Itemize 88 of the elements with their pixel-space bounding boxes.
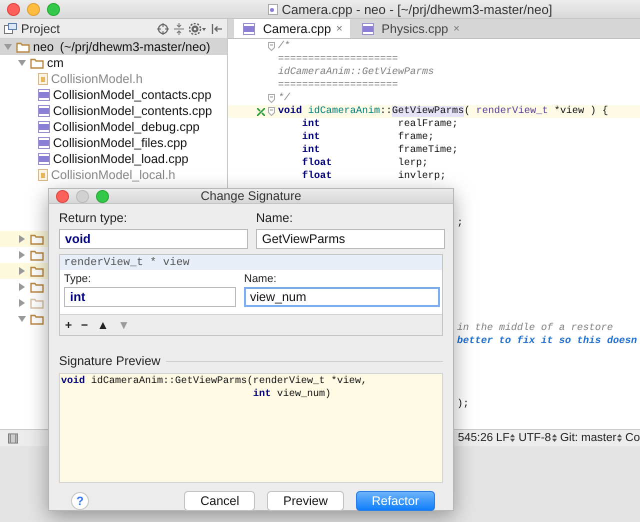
expanded-arrow-icon[interactable] — [18, 315, 26, 323]
up-down-icon — [617, 434, 622, 442]
status-item[interactable]: 545:26 — [458, 432, 494, 444]
cpp-file-icon — [38, 105, 50, 117]
cpp-file-icon — [362, 22, 374, 34]
collapse-icon[interactable] — [173, 22, 185, 34]
cpp-file-icon — [38, 121, 50, 133]
return-type-field[interactable]: void — [59, 229, 248, 249]
field-label: Return type: — [59, 210, 128, 227]
folder-icon — [30, 58, 44, 68]
folder-icon — [30, 234, 44, 244]
cpp-file-icon — [38, 137, 50, 149]
folder-icon — [30, 282, 44, 292]
section-label: Signature Preview — [59, 353, 160, 370]
hide-panel-icon[interactable] — [211, 22, 223, 34]
file-name[interactable]: CollisionModel_files.cpp — [53, 136, 188, 150]
code-line: ==================== — [278, 79, 398, 92]
folder-icon — [30, 298, 44, 308]
code-line: float lerp; — [301, 157, 428, 170]
code-line: float invlerp; — [301, 170, 446, 183]
code-line: int frame; — [301, 131, 434, 144]
editor-tab[interactable]: Camera.cpp × — [234, 19, 350, 38]
code-line: void idCameraAnim::GetViewParms( renderView_t *view ) { — [278, 105, 608, 118]
code-line: */ — [278, 92, 290, 105]
file-name[interactable]: CollisionModel_local.h — [51, 168, 176, 182]
dialog-button[interactable]: Preview — [267, 491, 344, 511]
folder-path: (~/prj/dhewm3-master/neo) — [60, 40, 210, 54]
folder-icon — [30, 250, 44, 260]
toolbar-button[interactable]: − — [81, 318, 88, 332]
panel-title: Project — [21, 22, 60, 36]
status-item[interactable]: Git: master — [560, 432, 622, 444]
fold-icon[interactable] — [268, 94, 275, 103]
help-button[interactable]: ? — [71, 492, 89, 510]
field-label: Name: — [256, 210, 294, 227]
window-title: Camera.cpp - neo - [~/prj/dhewm3-master/neo] — [282, 2, 552, 16]
signature-preview: void idCameraAnim::GetViewParms(renderView_t *view, int view_num) — [59, 373, 443, 483]
code-line: ; — [457, 218, 464, 229]
project-icon — [4, 23, 17, 34]
zoom-button[interactable] — [47, 2, 60, 16]
code-line: int frameTime; — [301, 144, 458, 157]
file-name[interactable]: CollisionModel_debug.cpp — [53, 120, 200, 134]
header-file-icon — [38, 73, 48, 85]
up-down-icon — [552, 434, 558, 442]
dialog-title: Change Signature — [200, 189, 302, 203]
parameter-row[interactable]: renderView_t * view — [60, 255, 442, 270]
zoom-button[interactable] — [96, 190, 109, 202]
toolbar-button[interactable]: ▲ — [97, 318, 109, 332]
code-line: ); — [457, 399, 470, 410]
status-item[interactable]: LF — [496, 432, 516, 444]
implements-icon[interactable] — [257, 108, 265, 116]
fold-icon[interactable] — [268, 107, 275, 116]
folder-icon — [16, 42, 30, 52]
minimize-button[interactable] — [27, 2, 40, 16]
code-line: in the middle of a restore — [457, 323, 614, 334]
file-name[interactable]: CollisionModel.h — [51, 72, 143, 86]
status-item[interactable]: UTF-8 — [518, 432, 558, 444]
code-line: int realFrame; — [301, 118, 458, 131]
folder-name[interactable]: cm — [47, 56, 64, 70]
folder-name[interactable]: neo — [33, 40, 54, 54]
folder-icon — [30, 266, 44, 276]
code-line: idCameraAnim::GetViewParms — [278, 66, 434, 79]
up-down-icon — [510, 434, 516, 442]
close-button[interactable] — [56, 190, 69, 202]
code-line: ==================== — [278, 53, 398, 66]
file-name[interactable]: CollisionModel_contents.cpp — [53, 104, 212, 118]
cpp-file-icon — [243, 22, 255, 34]
header-file-icon — [38, 169, 48, 181]
type-field[interactable]: int — [64, 287, 236, 307]
field-label: Name: — [244, 272, 278, 287]
folder-icon — [30, 314, 44, 324]
target-icon[interactable] — [157, 22, 169, 34]
file-name[interactable]: CollisionModel_contacts.cpp — [53, 88, 212, 102]
cpp-file-icon — [38, 89, 50, 101]
status-item[interactable]: Co — [625, 432, 640, 444]
close-button[interactable] — [7, 2, 20, 16]
code-line: better to fix it so this doesn — [457, 336, 638, 347]
name-field[interactable]: GetViewParms — [256, 229, 445, 249]
code-line: /* — [278, 40, 290, 53]
panel-toggle-icon[interactable] — [8, 432, 18, 444]
dialog-button[interactable]: Cancel — [184, 491, 256, 511]
toolbar-button[interactable]: + — [65, 318, 72, 332]
file-icon — [268, 4, 278, 14]
parameter-name-field[interactable]: view_num — [244, 287, 440, 307]
settings-icon[interactable] — [189, 22, 207, 34]
fold-icon[interactable] — [268, 42, 275, 51]
field-label: Type: — [64, 272, 92, 287]
file-name[interactable]: CollisionModel_load.cpp — [53, 152, 188, 166]
cpp-file-icon — [38, 153, 50, 165]
